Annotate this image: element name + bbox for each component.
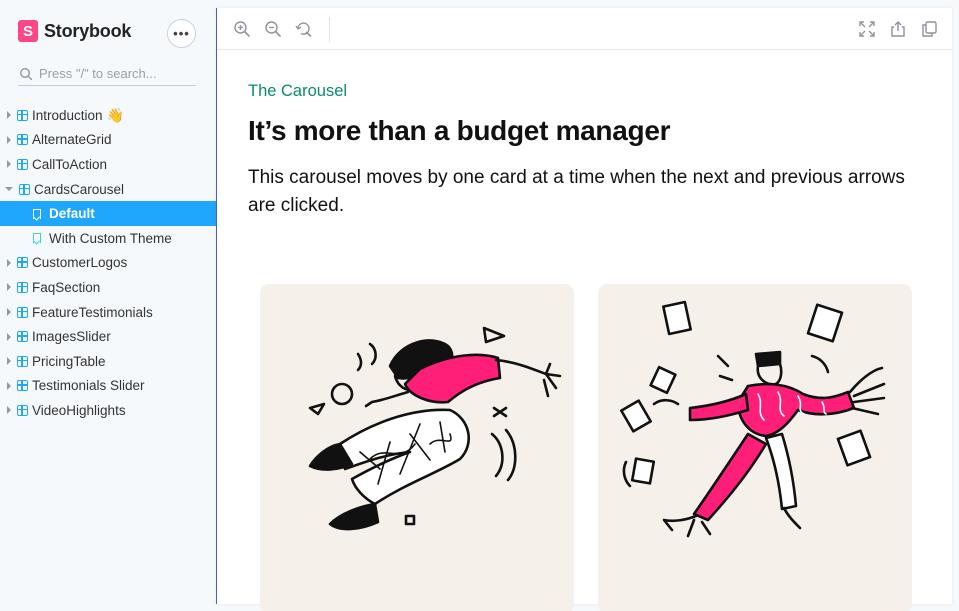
sidebar-item-label: Introduction [32,107,103,123]
sidebar-item-label: Testimonials Slider [32,378,145,394]
component-icon [17,404,28,416]
component-icon [17,257,28,269]
sidebar-item-label: FaqSection [32,279,101,295]
preview-panel: The Carousel It’s more than a budget man… [216,8,952,611]
sidebar-item-label: CallToAction [32,156,108,172]
component-icon [17,134,28,146]
sidebar-item-label: VideoHighlights [32,402,126,418]
component-icon [17,331,28,343]
component-icon [17,355,28,367]
falling-person-illustration [308,326,562,531]
sidebar-item-label: ImagesSlider [32,329,111,345]
juggling-papers-illustration [620,300,886,538]
sidebar-story-default[interactable]: Default [0,201,216,226]
storybook-logo-icon: S [18,20,38,42]
carousel-story: The Carousel It’s more than a budget man… [248,82,928,220]
expand-caret-icon [7,308,11,317]
expand-caret-icon [7,258,11,267]
sidebar-item-label: FeatureTestimonials [32,304,153,320]
sidebar-item-introduction[interactable]: Introduction 👋 [0,103,216,128]
sidebar-item-label: CardsCarousel [34,181,125,197]
copy-icon[interactable] [920,20,938,38]
collapse-caret-icon [5,187,13,192]
reset-zoom-icon[interactable] [295,20,313,38]
expand-caret-icon [7,357,11,366]
search-input[interactable] [39,66,189,81]
sidebar-item-label: Default [49,206,95,222]
sidebar-item-customerlogos[interactable]: CustomerLogos [0,251,216,276]
expand-caret-icon [7,332,11,341]
component-icon [17,158,28,170]
toolbar-divider [329,17,330,42]
sidebar-item-pricingtable[interactable]: PricingTable [0,349,216,374]
sidebar-item-faqsection[interactable]: FaqSection [0,275,216,300]
sidebar-item-label: With Custom Theme [49,230,172,246]
component-icon [19,183,30,195]
eyebrow-text: The Carousel [248,82,348,100]
sidebar-story-with-custom-theme[interactable]: With Custom Theme [0,226,216,251]
sidebar-item-testimonials-slider[interactable]: Testimonials Slider [0,374,216,399]
expand-caret-icon [7,160,11,169]
carousel-card [598,284,912,611]
expand-caret-icon [7,283,11,292]
expand-caret-icon [7,111,11,120]
expand-caret-icon [7,381,11,390]
fullscreen-icon[interactable] [858,20,876,38]
preview-toolbar [217,8,952,50]
sidebar-item-label: AlternateGrid [32,132,112,148]
waving-hand-emoji: 👋 [106,106,124,123]
sidebar-item-label: PricingTable [32,353,106,369]
share-icon[interactable] [889,20,907,38]
description-text: This carousel moves by one card at a tim… [248,167,905,216]
sidebar-item-imagesslider[interactable]: ImagesSlider [0,324,216,349]
sidebar-item-alternategrid[interactable]: AlternateGrid [0,128,216,153]
bookmark-icon [33,233,41,244]
expand-caret-icon [7,406,11,415]
component-icon [17,380,28,392]
carousel-card [260,284,574,611]
search-bar [18,62,196,86]
search-icon [20,67,33,80]
sidebar-item-cardscarousel[interactable]: CardsCarousel [0,177,216,202]
zoom-out-icon[interactable] [264,20,282,38]
component-icon [17,306,28,318]
component-icon [17,281,28,293]
expand-caret-icon [7,135,11,144]
story-tree: Introduction 👋 AlternateGrid CallToActio… [0,103,216,423]
storybook-brand[interactable]: S Storybook [18,20,131,42]
sidebar: S Storybook ••• Introduction 👋 Alternate… [0,0,216,611]
settings-menu-button[interactable]: ••• [167,19,196,48]
page-title: It’s more than a budget manager [248,115,671,146]
sidebar-item-videohighlights[interactable]: VideoHighlights [0,398,216,423]
zoom-in-icon[interactable] [233,20,251,38]
bookmark-icon [33,208,41,219]
sidebar-item-featuretestimonials[interactable]: FeatureTestimonials [0,300,216,325]
sidebar-item-label: CustomerLogos [32,255,128,271]
app-title: Storybook [44,20,132,41]
sidebar-item-calltoaction[interactable]: CallToAction [0,152,216,177]
component-icon [17,109,28,121]
